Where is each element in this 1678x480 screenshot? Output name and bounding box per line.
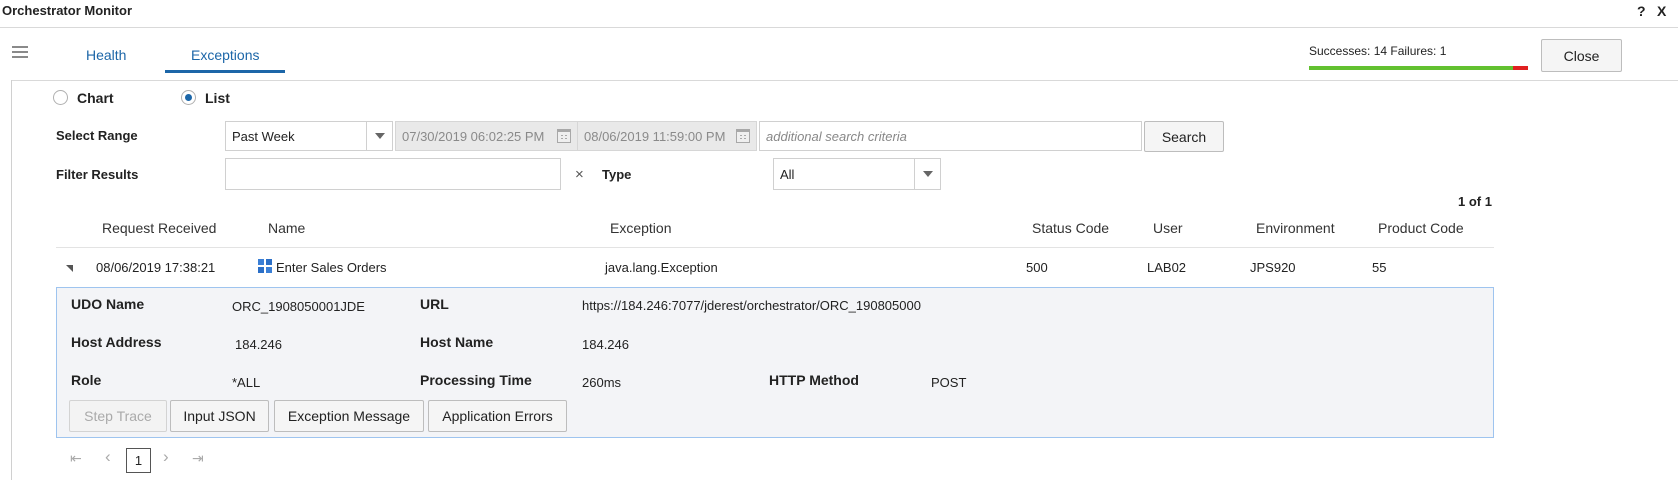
udo-name-label: UDO Name <box>71 296 145 312</box>
header-divider <box>56 247 1494 248</box>
column-header-name[interactable]: Name <box>268 220 305 236</box>
close-window-icon[interactable]: X <box>1657 3 1666 19</box>
column-header-status-code[interactable]: Status Code <box>1032 220 1109 236</box>
next-page-icon[interactable]: › <box>163 447 169 467</box>
search-button[interactable]: Search <box>1144 121 1224 152</box>
http-method-label: HTTP Method <box>769 372 859 388</box>
application-errors-button[interactable]: Application Errors <box>428 400 567 432</box>
collapse-row-icon[interactable] <box>66 265 73 272</box>
cell-exception: java.lang.Exception <box>605 260 718 275</box>
cell-status-code: 500 <box>1026 260 1048 275</box>
date-from-value: 07/30/2019 06:02:25 PM <box>402 128 545 144</box>
cell-environment: JPS920 <box>1250 260 1296 275</box>
processing-time-value: 260ms <box>582 375 622 390</box>
active-tab-indicator <box>165 70 285 73</box>
processing-time-label: Processing Time <box>420 372 532 388</box>
close-button[interactable]: Close <box>1541 39 1622 72</box>
column-header-exception[interactable]: Exception <box>610 220 671 236</box>
list-radio-label: List <box>205 90 230 106</box>
date-to-field: 08/06/2019 11:59:00 PM <box>577 121 757 151</box>
range-select[interactable]: Past Week <box>225 121 393 151</box>
filter-results-input[interactable] <box>225 158 561 190</box>
type-label: Type <box>602 167 632 182</box>
calendar-icon <box>736 129 750 143</box>
select-range-label: Select Range <box>56 128 138 143</box>
host-name-value: 184.246 <box>582 337 629 352</box>
type-select[interactable]: All <box>773 158 941 190</box>
title-divider <box>0 27 1678 28</box>
failure-segment <box>1513 66 1528 70</box>
help-icon[interactable]: ? <box>1637 3 1646 19</box>
column-header-product-code[interactable]: Product Code <box>1378 220 1464 236</box>
window-title: Orchestrator Monitor <box>2 3 133 18</box>
cell-request-received: 08/06/2019 17:38:21 <box>96 260 216 275</box>
url-label: URL <box>420 296 449 312</box>
cell-name[interactable]: Enter Sales Orders <box>276 260 387 275</box>
range-select-dropdown-icon[interactable] <box>366 122 392 150</box>
cell-user: LAB02 <box>1147 260 1187 275</box>
host-address-label: Host Address <box>71 334 162 350</box>
list-radio[interactable] <box>181 90 196 105</box>
menu-icon[interactable] <box>12 46 28 58</box>
first-page-icon[interactable]: ⇤ <box>70 450 82 467</box>
last-page-icon[interactable]: ⇥ <box>192 450 204 467</box>
filter-results-label: Filter Results <box>56 167 139 182</box>
previous-page-icon[interactable]: ‹ <box>105 447 111 467</box>
tab-exceptions[interactable]: Exceptions <box>191 47 259 63</box>
success-failure-summary: Successes: 14 Failures: 1 <box>1309 44 1447 58</box>
host-name-label: Host Name <box>420 334 494 350</box>
current-page[interactable]: 1 <box>126 448 151 473</box>
panel-left-border <box>11 80 12 480</box>
host-address-value: 184.246 <box>235 337 282 352</box>
input-json-button[interactable]: Input JSON <box>170 400 269 432</box>
date-from-field: 07/30/2019 06:02:25 PM <box>395 121 578 151</box>
http-method-value: POST <box>931 375 967 390</box>
clear-filter-icon[interactable]: × <box>575 166 584 183</box>
type-select-value: All <box>780 166 795 182</box>
column-header-environment[interactable]: Environment <box>1256 220 1335 236</box>
udo-name-value: ORC_1908050001JDE <box>232 299 365 314</box>
column-header-user[interactable]: User <box>1153 220 1183 236</box>
range-select-value: Past Week <box>232 128 295 144</box>
exception-message-button[interactable]: Exception Message <box>274 400 424 432</box>
orchestration-icon <box>258 259 272 273</box>
page-count: 1 of 1 <box>1458 194 1492 209</box>
success-failure-bar <box>1309 66 1528 70</box>
calendar-icon <box>557 129 571 143</box>
role-label: Role <box>71 372 102 388</box>
chart-radio-label: Chart <box>77 90 114 106</box>
panel-divider <box>11 80 1678 81</box>
search-criteria-input[interactable]: additional search criteria <box>759 121 1142 151</box>
url-value: https://184.246:7077/jderest/orchestrato… <box>582 298 921 313</box>
chart-radio[interactable] <box>53 90 68 105</box>
tab-health[interactable]: Health <box>86 47 126 63</box>
date-to-value: 08/06/2019 11:59:00 PM <box>584 128 726 144</box>
column-header-request-received[interactable]: Request Received <box>102 220 216 236</box>
step-trace-button: Step Trace <box>69 400 167 432</box>
type-select-dropdown-icon[interactable] <box>914 159 940 189</box>
role-value: *ALL <box>232 375 261 390</box>
cell-product-code: 55 <box>1372 260 1387 275</box>
